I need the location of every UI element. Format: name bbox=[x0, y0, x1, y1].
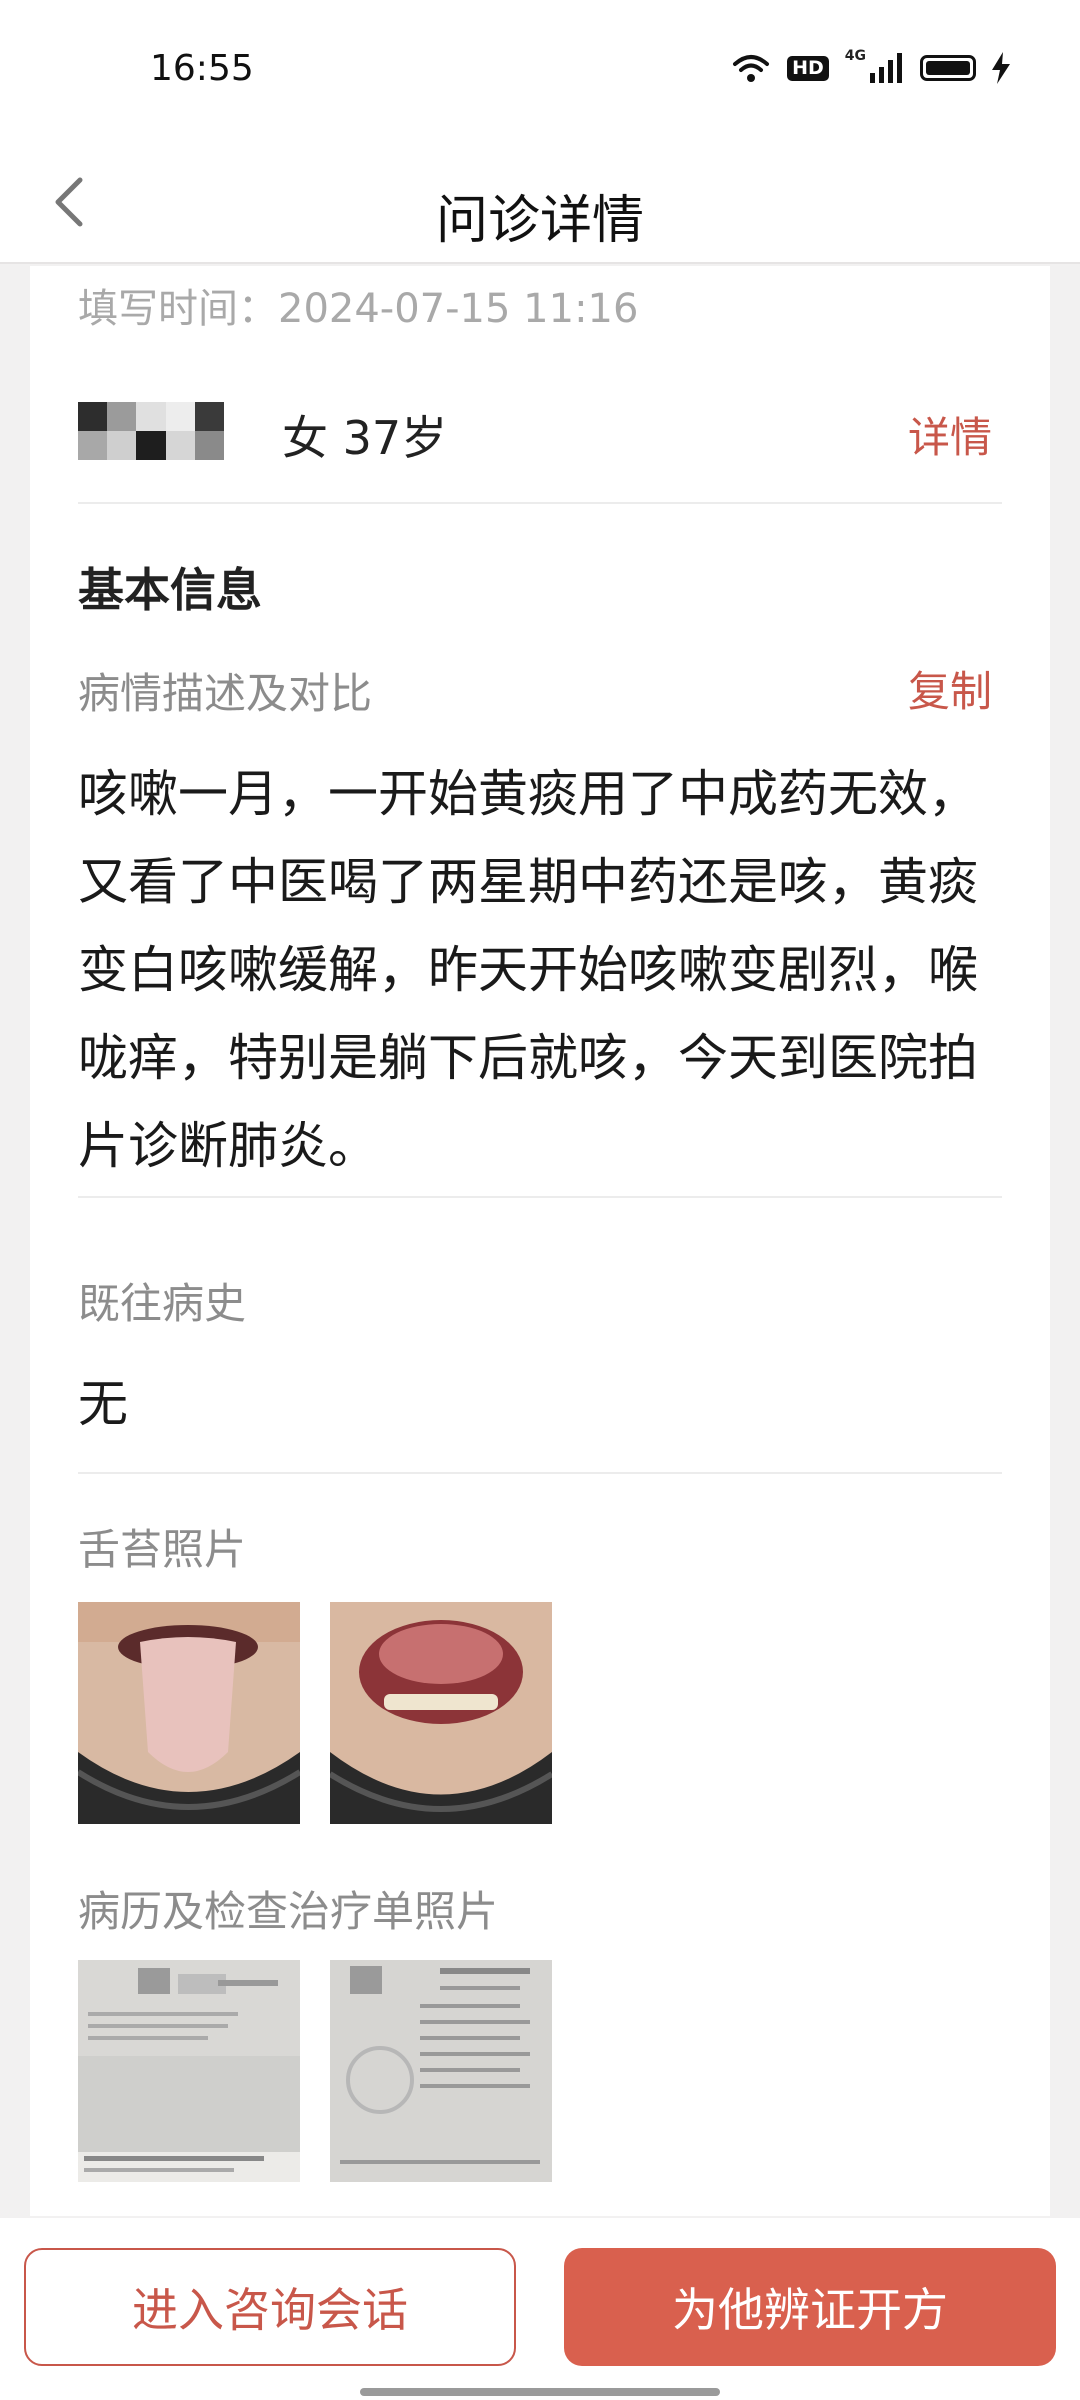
basic-info-title: 基本信息 bbox=[78, 563, 262, 617]
condition-label: 病情描述及对比 bbox=[78, 669, 373, 718]
header: 问诊详情 bbox=[0, 140, 1080, 264]
bottom-action-bar: 进入咨询会话 为他辨证开方 bbox=[0, 2218, 1080, 2400]
patient-info: 女 37岁 bbox=[282, 411, 448, 465]
report-photo-image bbox=[78, 1960, 300, 2182]
home-indicator[interactable] bbox=[360, 2388, 720, 2396]
tongue-photo[interactable] bbox=[78, 1602, 300, 1824]
status-icons: HD 4G bbox=[731, 48, 1010, 84]
status-time: 16:55 bbox=[150, 48, 254, 89]
history-value: 无 bbox=[78, 1375, 128, 1433]
network-label: 4G bbox=[844, 48, 866, 64]
report-photos-label: 病历及检查治疗单照片 bbox=[78, 1887, 499, 1936]
divider bbox=[78, 502, 1002, 504]
tongue-photo-image bbox=[78, 1602, 300, 1824]
battery-icon bbox=[920, 55, 976, 81]
page-title: 问诊详情 bbox=[435, 191, 644, 251]
prescribe-button[interactable]: 为他辨证开方 bbox=[564, 2248, 1056, 2366]
divider bbox=[78, 1472, 1002, 1474]
tongue-photo[interactable] bbox=[330, 1602, 552, 1824]
hd-icon: HD bbox=[787, 55, 829, 81]
patient-avatar bbox=[78, 402, 224, 460]
patient-detail-link[interactable]: 详情 bbox=[908, 404, 992, 465]
history-label: 既往病史 bbox=[78, 1279, 247, 1328]
tongue-photo-image bbox=[330, 1602, 552, 1824]
report-photo[interactable] bbox=[78, 1960, 300, 2182]
divider bbox=[78, 1196, 1002, 1198]
enter-consultation-button[interactable]: 进入咨询会话 bbox=[24, 2248, 516, 2366]
tongue-photos-label: 舌苔照片 bbox=[78, 1525, 247, 1574]
consultation-card: 填写时间：2024-07-15 11:16 女 37岁 详情 基本信息 病情描述… bbox=[30, 266, 1050, 2216]
condition-text: 咳嗽一月，一开始黄痰用了中成药无效，又看了中医喝了两星期中药还是咳，黄痰变白咳嗽… bbox=[78, 765, 978, 1175]
status-bar: 16:55 HD 4G bbox=[0, 0, 1080, 140]
wifi-icon bbox=[733, 55, 770, 82]
copy-button[interactable]: 复制 bbox=[908, 658, 992, 719]
report-photo-image bbox=[330, 1960, 552, 2182]
charging-icon bbox=[992, 52, 1010, 84]
signal-icon bbox=[870, 53, 902, 83]
patient-row: 女 37岁 详情 bbox=[78, 388, 1002, 528]
report-photo[interactable] bbox=[330, 1960, 552, 2182]
fill-time: 填写时间：2024-07-15 11:16 bbox=[78, 286, 639, 332]
